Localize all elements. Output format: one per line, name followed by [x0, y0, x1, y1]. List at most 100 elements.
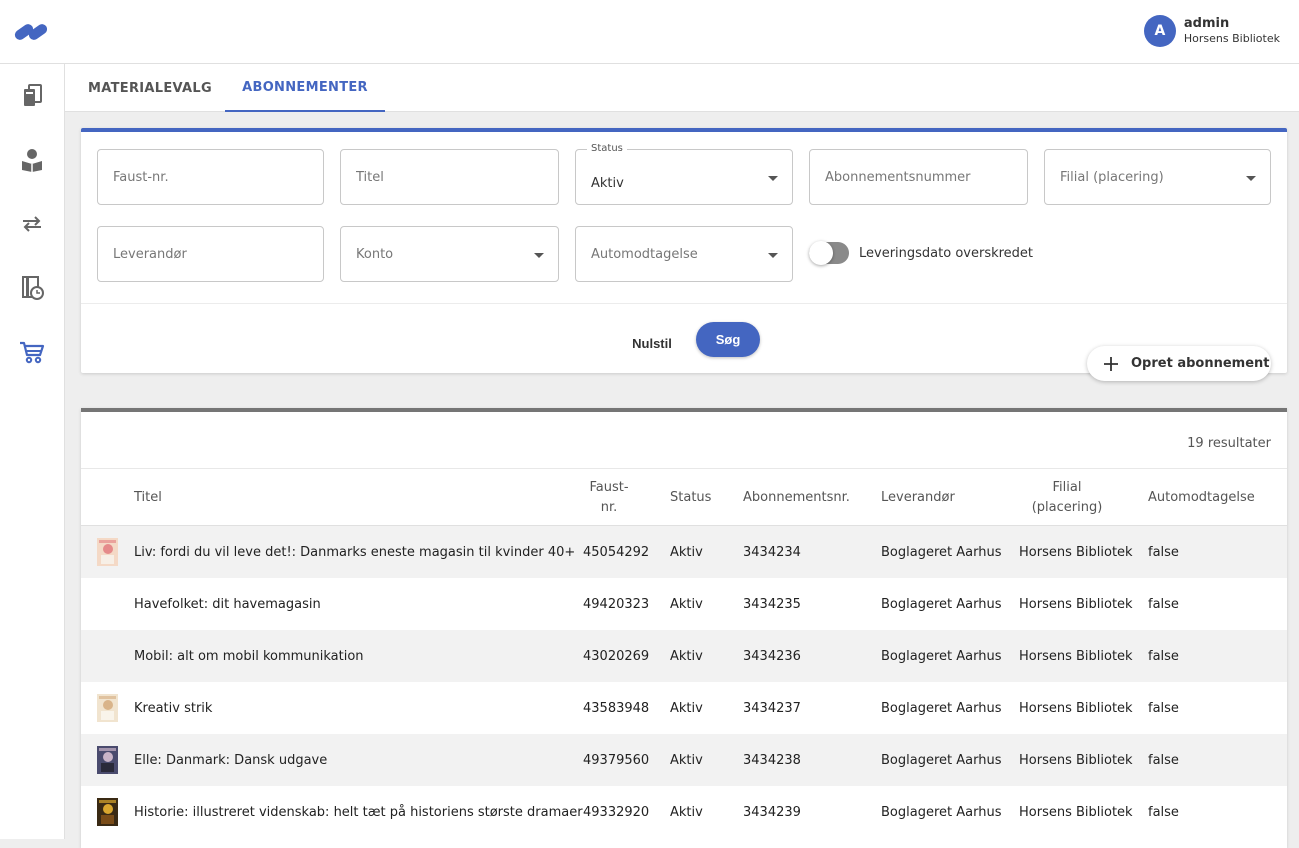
plus-icon: [1104, 356, 1118, 371]
cell-automodtagelse: false: [1148, 752, 1179, 768]
filial-select[interactable]: Filial (placering): [1044, 149, 1271, 205]
cell-leverandor: Boglageret Aarhus: [881, 752, 1002, 768]
cell-filial: Horsens Bibliotek: [1019, 752, 1133, 768]
table-row[interactable]: Historie: illustreret videnskab: helt tæ…: [81, 786, 1287, 838]
table-row[interactable]: Havefolket: dit havemagasin 49420323 Aktiv…: [81, 578, 1287, 630]
leveringsdato-toggle[interactable]: [809, 241, 849, 265]
cell-automodtagelse: false: [1148, 700, 1179, 716]
reader-icon: [22, 149, 42, 172]
titel-input[interactable]: [341, 150, 558, 204]
cell-titel: Liv: fordi du vil leve det!: Danmarks en…: [134, 544, 576, 560]
book-clock-icon: [22, 276, 44, 300]
cell-automodtagelse: false: [1148, 596, 1179, 612]
cell-automodtagelse: false: [1148, 544, 1179, 560]
column-header-filial[interactable]: Filial (placering): [1019, 469, 1115, 527]
cover-thumbnail-icon: [97, 798, 118, 826]
cell-abonnementsnr: 3434235: [743, 596, 801, 612]
status-select[interactable]: Status Aktiv: [575, 143, 793, 205]
sidebar-item-acquisition[interactable]: [18, 338, 46, 366]
reset-button[interactable]: Nulstil: [621, 325, 683, 361]
cell-status: Aktiv: [670, 596, 703, 612]
cover-thumbnail-icon: [97, 746, 118, 774]
cell-leverandor: Boglageret Aarhus: [881, 804, 1002, 820]
cell-titel: Kreativ strik: [134, 700, 213, 716]
faust-input[interactable]: [98, 150, 323, 204]
table-row[interactable]: Liv: fordi du vil leve det!: Danmarks en…: [81, 526, 1287, 578]
konto-select[interactable]: Konto: [340, 226, 559, 282]
results-table: 19 resultater Titel Faust- nr. Status Ab…: [81, 408, 1287, 848]
cell-abonnementsnr: 3434234: [743, 544, 801, 560]
divider: [81, 303, 1287, 304]
cell-faust: 43583948: [583, 700, 650, 716]
cell-titel: Historie: illustreret videnskab: helt tæ…: [134, 804, 583, 820]
cell-faust: 49379560: [583, 752, 650, 768]
search-button[interactable]: Søg: [696, 322, 760, 357]
abonnementsnummer-input[interactable]: [810, 150, 1027, 204]
sidebar-item-transfers[interactable]: [18, 210, 46, 238]
avatar[interactable]: A: [1143, 15, 1176, 47]
cell-leverandor: Boglageret Aarhus: [881, 544, 1002, 560]
tab-materialevalg[interactable]: MATERIALEVALG: [75, 64, 225, 112]
user-menu[interactable]: A admin Horsens Bibliotek: [1143, 15, 1280, 47]
cell-status: Aktiv: [670, 648, 703, 664]
result-count: 19 resultater: [1187, 436, 1271, 451]
cell-abonnementsnr: 3434236: [743, 648, 801, 664]
leverandor-field[interactable]: [97, 226, 324, 282]
cell-titel: Havefolket: dit havemagasin: [134, 596, 321, 612]
table-row[interactable]: Kreativ strik 43583948 Aktiv 3434237 Boglage…: [81, 682, 1287, 734]
cell-faust: 43020269: [583, 648, 650, 664]
cell-status: Aktiv: [670, 700, 703, 716]
cell-filial: Horsens Bibliotek: [1019, 596, 1133, 612]
cell-faust: 49332920: [583, 804, 650, 820]
status-value: Aktiv: [591, 175, 624, 191]
user-name: admin: [1183, 16, 1230, 31]
tab-abonnementer[interactable]: ABONNEMENTER: [225, 64, 385, 112]
column-header-faust[interactable]: Faust- nr.: [577, 469, 641, 527]
cell-leverandor: Boglageret Aarhus: [881, 648, 1002, 664]
sidebar-item-history[interactable]: [18, 274, 46, 302]
column-header-filial-line2: (placering): [1031, 500, 1103, 515]
table-row[interactable]: Elle: Danmark: Dansk udgave 49379560 Aktiv…: [81, 734, 1287, 786]
sidebar-item-users[interactable]: [18, 146, 46, 174]
abonnementsnummer-field[interactable]: [809, 149, 1028, 205]
app-logo-icon[interactable]: [14, 22, 50, 42]
toggle-knob: [809, 241, 833, 265]
column-header-automodtagelse[interactable]: Automodtagelse: [1148, 469, 1255, 527]
leveringsdato-toggle-label: Leveringsdato overskredet: [859, 245, 1034, 261]
cell-automodtagelse: false: [1148, 648, 1179, 664]
titel-field[interactable]: [340, 149, 559, 205]
shopping-cart-icon: [20, 341, 45, 364]
cell-automodtagelse: false: [1148, 804, 1179, 820]
transfer-arrows-icon: [23, 216, 41, 232]
faust-field[interactable]: [97, 149, 324, 205]
user-organization: Horsens Bibliotek: [1183, 32, 1280, 45]
create-subscription-button[interactable]: Opret abonnement: [1087, 346, 1271, 381]
table-row[interactable]: Mobil: alt om mobil kommunikation 4302026…: [81, 630, 1287, 682]
table-header: Titel Faust- nr. Status Abonnementsnr. L…: [81, 468, 1287, 526]
column-header-leverandor[interactable]: Leverandør: [881, 469, 955, 527]
tab-bar: MATERIALEVALG ABONNEMENTER: [65, 64, 1299, 112]
cell-filial: Horsens Bibliotek: [1019, 804, 1133, 820]
create-subscription-label: Opret abonnement: [1131, 356, 1270, 371]
cell-filial: Horsens Bibliotek: [1019, 648, 1133, 664]
column-header-titel[interactable]: Titel: [134, 469, 162, 527]
cell-titel: Mobil: alt om mobil kommunikation: [134, 648, 364, 664]
cell-status: Aktiv: [670, 544, 703, 560]
cover-thumbnail-icon: [97, 694, 118, 722]
cell-leverandor: Boglageret Aarhus: [881, 700, 1002, 716]
sidebar-item-materials[interactable]: [18, 82, 46, 110]
sidebar: [0, 64, 65, 839]
column-header-abonnementsnr[interactable]: Abonnementsnr.: [743, 469, 850, 527]
cell-abonnementsnr: 3434237: [743, 700, 801, 716]
cell-status: Aktiv: [670, 804, 703, 820]
chevron-down-icon: [768, 176, 778, 181]
leveringsdato-toggle-group: Leveringsdato overskredet: [809, 241, 1034, 265]
chevron-down-icon: [768, 253, 778, 258]
column-header-status[interactable]: Status: [670, 469, 711, 527]
cell-abonnementsnr: 3434239: [743, 804, 801, 820]
cell-faust: 49420323: [583, 596, 650, 612]
leverandor-input[interactable]: [98, 227, 323, 281]
automodtagelse-placeholder: Automodtagelse: [591, 246, 698, 262]
konto-placeholder: Konto: [356, 246, 394, 262]
automodtagelse-select[interactable]: Automodtagelse: [575, 226, 793, 282]
